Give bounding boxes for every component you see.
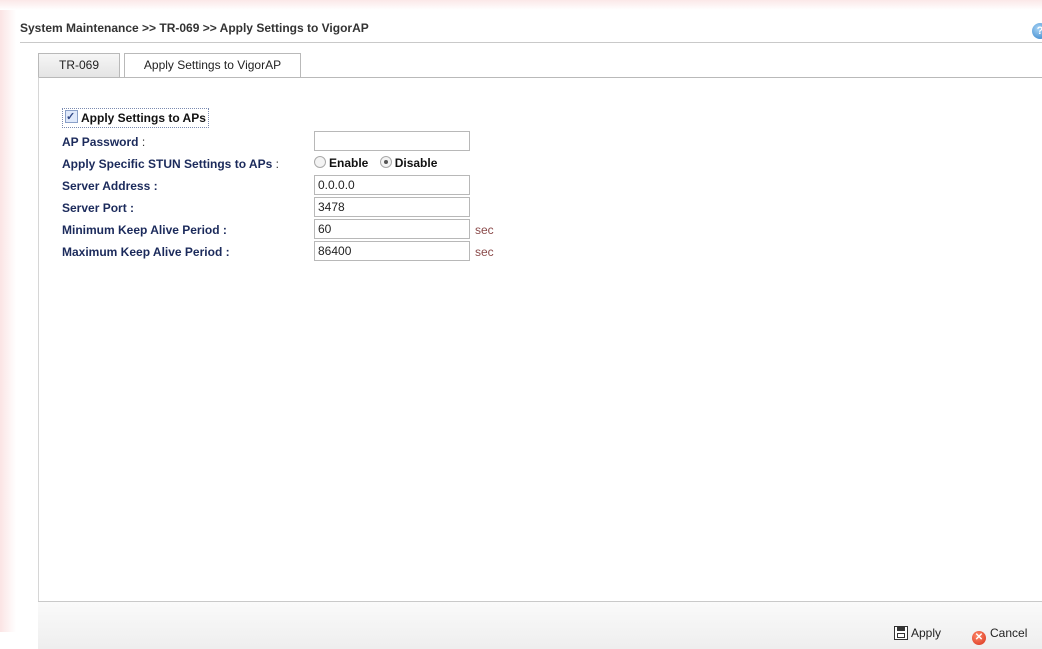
page-edge-top — [0, 0, 1042, 10]
ap-password-field[interactable] — [314, 131, 470, 151]
stun-radio-group: Enable Disable — [314, 156, 445, 170]
cancel-icon: ✕ — [972, 631, 986, 645]
apply-button[interactable]: Apply — [894, 624, 941, 642]
tab-tr069[interactable]: TR-069 — [38, 53, 120, 77]
ap-password-label-text: AP Password — [62, 135, 139, 149]
server-address-label: Server Address : — [62, 179, 158, 193]
page-edge-left — [0, 0, 16, 632]
stun-settings-label-text: Apply Specific STUN Settings to APs — [62, 157, 273, 171]
max-keep-alive-unit: sec — [475, 245, 494, 259]
stun-enable-radio[interactable] — [314, 156, 326, 168]
stun-settings-label-colon: : — [272, 157, 279, 171]
ap-password-label: AP Password : — [62, 135, 145, 149]
help-icon[interactable]: ? — [1032, 23, 1042, 39]
apply-settings-checkbox[interactable] — [65, 108, 78, 126]
stun-disable-radio[interactable] — [379, 156, 392, 168]
min-keep-alive-unit: sec — [475, 223, 494, 237]
footer-bar: Apply ✕ Cancel — [38, 601, 1042, 649]
stun-disable-label[interactable]: Disable — [395, 156, 438, 170]
min-keep-alive-field[interactable] — [314, 219, 470, 239]
ap-password-label-colon: : — [138, 135, 146, 149]
save-icon — [894, 626, 908, 640]
main-window: System Maintenance >> TR-069 >> Apply Se… — [20, 16, 1042, 649]
apply-settings-checkbox-label[interactable]: Apply Settings to APs — [62, 108, 209, 128]
server-port-label: Server Port : — [62, 201, 135, 215]
stun-settings-label: Apply Specific STUN Settings to APs : — [62, 157, 279, 171]
cancel-button[interactable]: ✕ Cancel — [972, 624, 1028, 645]
server-port-field[interactable] — [314, 197, 470, 217]
cancel-button-label: Cancel — [990, 626, 1028, 640]
settings-panel: Apply Settings to APs AP Password : Appl… — [38, 77, 1042, 633]
breadcrumb: System Maintenance >> TR-069 >> Apply Se… — [20, 21, 369, 35]
apply-settings-label: Apply Settings to APs — [81, 111, 206, 125]
server-address-field[interactable] — [314, 175, 470, 195]
title-bar: System Maintenance >> TR-069 >> Apply Se… — [20, 16, 1042, 43]
max-keep-alive-label: Maximum Keep Alive Period : — [62, 245, 230, 259]
min-keep-alive-label: Minimum Keep Alive Period : — [62, 223, 227, 237]
stun-enable-label[interactable]: Enable — [329, 156, 368, 170]
apply-button-label: Apply — [911, 626, 942, 640]
max-keep-alive-field[interactable] — [314, 241, 470, 261]
tab-apply-settings-to-vigorap[interactable]: Apply Settings to VigorAP — [124, 53, 301, 78]
